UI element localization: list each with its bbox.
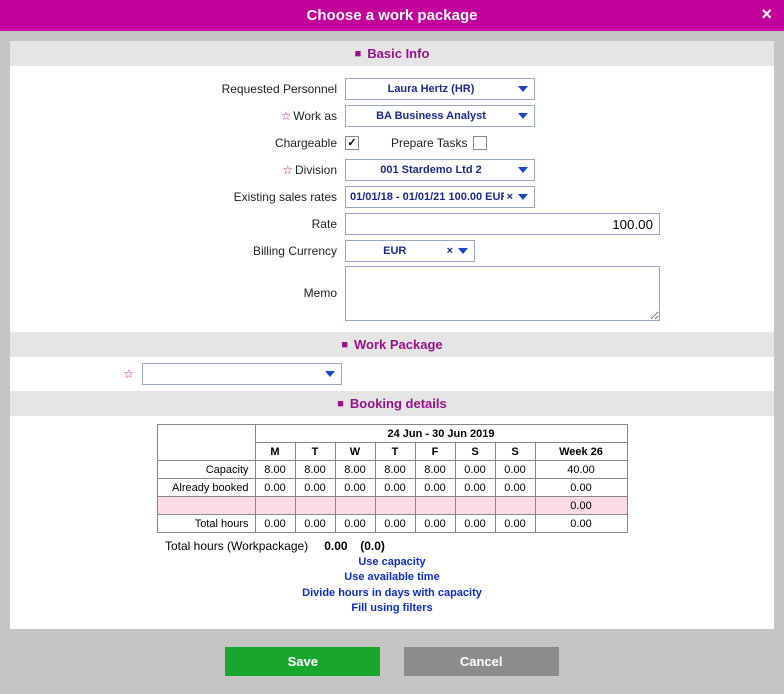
- day-header: T: [375, 443, 415, 461]
- total-hours-value: 0.00: [324, 539, 347, 553]
- week-cell: 0.00: [535, 515, 627, 533]
- clear-icon[interactable]: ×: [504, 191, 516, 203]
- action-links: Use capacityUse available timeDivide hou…: [10, 555, 774, 617]
- grid-cell[interactable]: [335, 497, 375, 515]
- grid-cell: 8.00: [295, 461, 335, 479]
- day-header: M: [255, 443, 295, 461]
- week-cell: 40.00: [535, 461, 627, 479]
- week-cell: 0.00: [535, 497, 627, 515]
- grid-cell: 0.00: [415, 515, 455, 533]
- rate-input[interactable]: [345, 213, 660, 235]
- grid-cell: 0.00: [335, 479, 375, 497]
- currency-select[interactable]: EUR ×: [345, 240, 475, 262]
- action-link[interactable]: Use available time: [10, 570, 774, 585]
- chevron-down-icon: [518, 167, 528, 173]
- grid-cell: 0.00: [495, 479, 535, 497]
- label-memo: Memo: [10, 266, 345, 300]
- day-header: W: [335, 443, 375, 461]
- label-division: Division: [295, 163, 337, 177]
- rates-select[interactable]: 01/01/18 - 01/01/21 100.00 EUR ×: [345, 186, 535, 208]
- action-link[interactable]: Use capacity: [10, 555, 774, 570]
- period-header: 24 Jun - 30 Jun 2019: [255, 425, 627, 443]
- grid-cell: 0.00: [495, 515, 535, 533]
- section-work-package: Work Package: [10, 332, 774, 357]
- grid-cell[interactable]: [295, 497, 335, 515]
- personnel-select[interactable]: Laura Hertz (HR): [345, 78, 535, 100]
- division-select[interactable]: 001 Stardemo Ltd 2: [345, 159, 535, 181]
- close-icon[interactable]: ×: [761, 4, 772, 25]
- day-header: S: [495, 443, 535, 461]
- week-header: Week 26: [535, 443, 627, 461]
- chevron-down-icon: [325, 371, 335, 377]
- cancel-button[interactable]: Cancel: [404, 647, 559, 676]
- grid-cell: 0.00: [255, 479, 295, 497]
- grid-cell: 0.00: [495, 461, 535, 479]
- chargeable-checkbox[interactable]: [345, 136, 359, 150]
- clear-icon[interactable]: ×: [444, 245, 456, 257]
- required-star-icon: ☆: [280, 109, 291, 123]
- label-personnel: Requested Personnel: [10, 82, 345, 96]
- row-label: [157, 497, 255, 515]
- action-link[interactable]: Divide hours in days with capacity: [10, 586, 774, 601]
- grid-cell[interactable]: [415, 497, 455, 515]
- memo-input[interactable]: [345, 266, 660, 321]
- chevron-down-icon: [458, 248, 468, 254]
- dialog-title: Choose a work package: [307, 7, 478, 24]
- label-prepare: Prepare Tasks: [391, 136, 467, 150]
- action-link[interactable]: Fill using filters: [10, 601, 774, 616]
- row-label: Already booked: [157, 479, 255, 497]
- day-header: F: [415, 443, 455, 461]
- total-hours-value2: (0.0): [360, 539, 385, 553]
- grid-cell: 0.00: [455, 461, 495, 479]
- chevron-down-icon: [518, 113, 528, 119]
- required-star-icon: ☆: [282, 163, 293, 177]
- grid-cell: 0.00: [255, 515, 295, 533]
- grid-cell: 0.00: [375, 515, 415, 533]
- grid-cell: 0.00: [295, 479, 335, 497]
- workpackage-select[interactable]: [142, 363, 342, 385]
- chevron-down-icon: [518, 86, 528, 92]
- grid-cell: 0.00: [295, 515, 335, 533]
- label-workas: Work as: [293, 109, 337, 123]
- grid-cell: 8.00: [415, 461, 455, 479]
- grid-cell: 8.00: [335, 461, 375, 479]
- section-basic-info: Basic Info: [10, 41, 774, 66]
- label-total-hours-wp: Total hours (Workpackage): [165, 539, 308, 553]
- grid-cell[interactable]: [255, 497, 295, 515]
- grid-cell[interactable]: [375, 497, 415, 515]
- grid-cell[interactable]: [455, 497, 495, 515]
- grid-cell: 0.00: [455, 515, 495, 533]
- grid-cell: 8.00: [375, 461, 415, 479]
- row-label: Total hours: [157, 515, 255, 533]
- label-chargeable: Chargeable: [10, 136, 345, 150]
- row-label: Capacity: [157, 461, 255, 479]
- grid-cell: 0.00: [415, 479, 455, 497]
- dialog-titlebar: Choose a work package ×: [0, 0, 784, 31]
- section-booking-details: Booking details: [10, 391, 774, 416]
- grid-cell: 0.00: [455, 479, 495, 497]
- save-button[interactable]: Save: [225, 647, 380, 676]
- grid-cell: 8.00: [255, 461, 295, 479]
- workas-select[interactable]: BA Business Analyst: [345, 105, 535, 127]
- grid-cell: 0.00: [375, 479, 415, 497]
- label-rate: Rate: [10, 217, 345, 231]
- prepare-checkbox[interactable]: [473, 136, 487, 150]
- week-cell: 0.00: [535, 479, 627, 497]
- day-header: S: [455, 443, 495, 461]
- booking-table: 24 Jun - 30 Jun 2019MTWTFSSWeek 26Capaci…: [157, 424, 628, 533]
- day-header: T: [295, 443, 335, 461]
- required-star-icon: ☆: [123, 367, 134, 381]
- label-currency: Billing Currency: [10, 244, 345, 258]
- chevron-down-icon: [518, 194, 528, 200]
- grid-cell: 0.00: [335, 515, 375, 533]
- label-rates: Existing sales rates: [10, 190, 345, 204]
- grid-cell[interactable]: [495, 497, 535, 515]
